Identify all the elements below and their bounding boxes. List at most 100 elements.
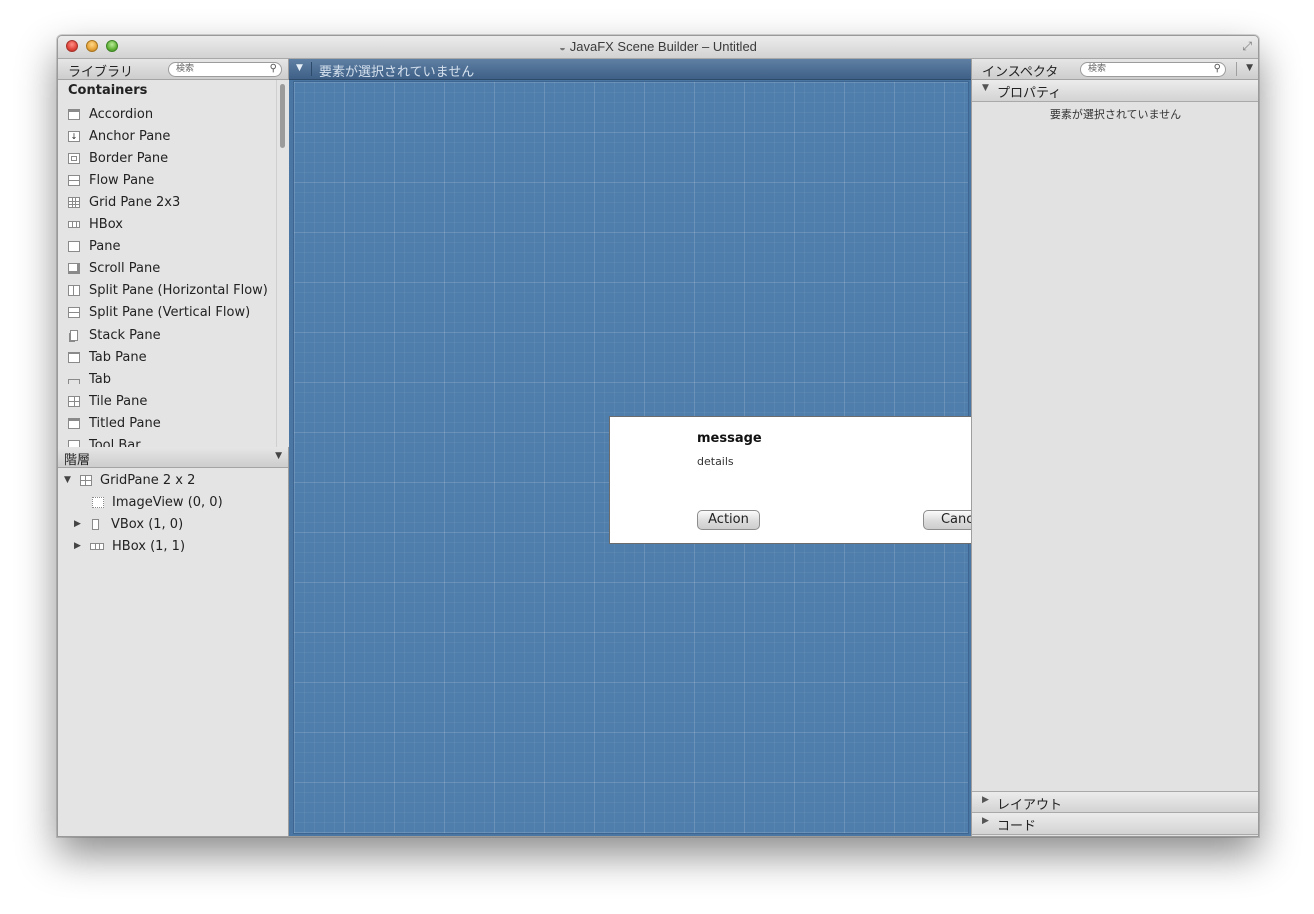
list-item-label: Accordion xyxy=(89,106,154,122)
library-list[interactable]: Containers Accordion ↓ Anchor Pane Border… xyxy=(58,80,276,447)
action-button[interactable]: Action xyxy=(697,510,760,530)
tree-item-gridpane[interactable]: ▼ GridPane 2 x 2 xyxy=(64,469,195,491)
disclosure-expanded-icon[interactable]: ▼ xyxy=(64,475,74,485)
properties-label: プロパティ xyxy=(997,86,1062,101)
list-item-label: Tile Pane xyxy=(89,393,148,409)
scroll-pane-icon xyxy=(68,262,80,274)
left-panel: ライブラリ 検索 ⚲ Containers Accordion ↓ Anchor … xyxy=(58,59,289,836)
disclosure-collapsed-icon[interactable]: ▶ xyxy=(74,541,84,551)
header-divider xyxy=(311,62,312,76)
library-item-pane[interactable]: Pane xyxy=(68,235,120,257)
window-title: ◒ JavaFX Scene Builder – Untitled xyxy=(58,39,1258,54)
library-item-split-pane-horizontal[interactable]: Split Pane (Horizontal Flow) xyxy=(68,279,268,301)
dialog-message: message xyxy=(697,431,762,446)
library-item-split-pane-vertical[interactable]: Split Pane (Vertical Flow) xyxy=(68,301,250,323)
tree-item-vbox[interactable]: ▶ VBox (1, 0) xyxy=(74,513,183,535)
tree-item-label: HBox (1, 1) xyxy=(112,538,186,554)
list-item-label: Border Pane xyxy=(89,150,169,166)
library-item-grid-pane[interactable]: Grid Pane 2x3 xyxy=(68,191,180,213)
dialog-details: details xyxy=(697,455,734,468)
disclosure-collapsed-icon: ▶ xyxy=(982,795,989,805)
stack-pane-icon xyxy=(70,329,78,341)
hbox-icon xyxy=(68,221,80,228)
content-header: ▼ 要素が選択されていません xyxy=(289,59,971,80)
split-pane-vertical-icon xyxy=(68,306,80,318)
disclosure-collapsed-icon[interactable]: ▶ xyxy=(74,519,84,529)
hierarchy-header: 階層 ▼ xyxy=(58,447,288,468)
library-item-anchor-pane[interactable]: ↓ Anchor Pane xyxy=(68,125,170,147)
scene-builder-icon: ◒ xyxy=(559,42,566,54)
properties-empty-message: 要素が選択されていません xyxy=(1049,108,1182,121)
tree-item-hbox[interactable]: ▶ HBox (1, 1) xyxy=(74,535,185,557)
layout-section-header[interactable]: ▶ レイアウト xyxy=(972,791,1258,813)
list-item-label: Tab Pane xyxy=(89,349,147,365)
hbox-icon xyxy=(90,542,104,550)
library-item-tab[interactable]: Tab xyxy=(68,368,111,390)
list-item-label: Grid Pane 2x3 xyxy=(89,194,181,210)
list-item-label: Split Pane (Vertical Flow) xyxy=(89,304,251,320)
tab-pane-icon xyxy=(68,351,80,363)
titled-pane-icon xyxy=(68,417,80,429)
disclosure-expanded-icon: ▼ xyxy=(982,83,989,93)
library-search-input[interactable]: 検索 ⚲ xyxy=(168,62,282,77)
window-title-text: JavaFX Scene Builder – Untitled xyxy=(569,39,757,54)
split-pane-horizontal-icon xyxy=(68,284,80,296)
grid-pane-icon xyxy=(68,196,80,208)
library-item-tool-bar[interactable]: Tool Bar xyxy=(68,434,141,447)
border-pane-icon xyxy=(68,152,80,164)
library-header: ライブラリ 検索 ⚲ xyxy=(58,59,288,80)
grid-pane-icon xyxy=(80,474,92,486)
flow-pane-icon xyxy=(68,174,80,186)
title-bar: ◒ JavaFX Scene Builder – Untitled ⤢ xyxy=(58,36,1258,59)
hierarchy-title: 階層 xyxy=(64,453,91,468)
list-item-label: Anchor Pane xyxy=(89,128,171,144)
library-item-tab-pane[interactable]: Tab Pane xyxy=(68,346,147,368)
list-item-label: Pane xyxy=(89,238,121,254)
list-item-label: Scroll Pane xyxy=(89,260,161,276)
tile-pane-icon xyxy=(68,395,80,407)
code-section-header[interactable]: ▶ コード xyxy=(972,813,1258,835)
library-item-titled-pane[interactable]: Titled Pane xyxy=(68,412,161,434)
inspector-search-placeholder: 検索 xyxy=(1088,64,1107,74)
properties-section-header[interactable]: ▼ プロパティ xyxy=(972,80,1258,102)
tool-bar-icon xyxy=(68,439,80,447)
library-item-border-pane[interactable]: Border Pane xyxy=(68,147,168,169)
disclosure-collapsed-icon: ▶ xyxy=(982,816,989,826)
selection-status: 要素が選択されていません xyxy=(319,65,475,80)
list-item-label: Tool Bar xyxy=(89,437,141,448)
inspector-header: インスペクタ 検索 ⚲ ▼ xyxy=(972,59,1258,80)
search-icon: ⚲ xyxy=(269,63,277,74)
library-scrollbar[interactable] xyxy=(276,80,289,447)
library-item-accordion[interactable]: Accordion xyxy=(68,103,153,125)
inspector-title: インスペクタ xyxy=(982,65,1059,80)
tree-item-label: GridPane xyxy=(100,472,159,488)
inspector-search-input[interactable]: 検索 ⚲ xyxy=(1080,62,1226,77)
tree-item-imageview[interactable]: ImageView (0, 0) xyxy=(92,491,223,513)
hierarchy-menu-chevron-down-icon[interactable]: ▼ xyxy=(275,451,282,461)
library-title: ライブラリ xyxy=(68,65,134,80)
content-panel: ▼ 要素が選択されていません message details Action Ca… xyxy=(289,59,1110,836)
code-label: コード xyxy=(997,819,1037,834)
library-item-tile-pane[interactable]: Tile Pane xyxy=(68,390,147,412)
library-item-stack-pane[interactable]: Stack Pane xyxy=(68,324,161,346)
library-item-scroll-pane[interactable]: Scroll Pane xyxy=(68,257,160,279)
app-window: ◒ JavaFX Scene Builder – Untitled ⤢ ライブラリ… xyxy=(57,35,1259,837)
layout-label: レイアウト xyxy=(997,798,1063,813)
pane-icon xyxy=(68,240,80,252)
fullscreen-icon[interactable]: ⤢ xyxy=(1242,39,1252,54)
list-item-label: Split Pane (Horizontal Flow) xyxy=(89,282,268,298)
list-item-label: Flow Pane xyxy=(89,172,155,188)
search-icon: ⚲ xyxy=(1213,63,1221,74)
library-item-hbox[interactable]: HBox xyxy=(68,213,123,235)
content-menu-chevron-down-icon[interactable]: ▼ xyxy=(296,63,303,73)
list-item-label: HBox xyxy=(89,216,123,232)
library-item-flow-pane[interactable]: Flow Pane xyxy=(68,169,154,191)
library-section-title: Containers xyxy=(68,83,148,98)
tree-item-label: ImageView (0, 0) xyxy=(112,494,223,510)
library-scrollbar-thumb[interactable] xyxy=(280,84,285,148)
inspector-panel: インスペクタ 検索 ⚲ ▼ ▼ プロパティ 要素が選択されていません ▶ レイア… xyxy=(971,59,1258,836)
list-item-label: Titled Pane xyxy=(89,415,161,431)
header-divider xyxy=(1236,62,1237,76)
inspector-menu-chevron-down-icon[interactable]: ▼ xyxy=(1246,63,1253,73)
list-item-label: Stack Pane xyxy=(89,327,161,343)
